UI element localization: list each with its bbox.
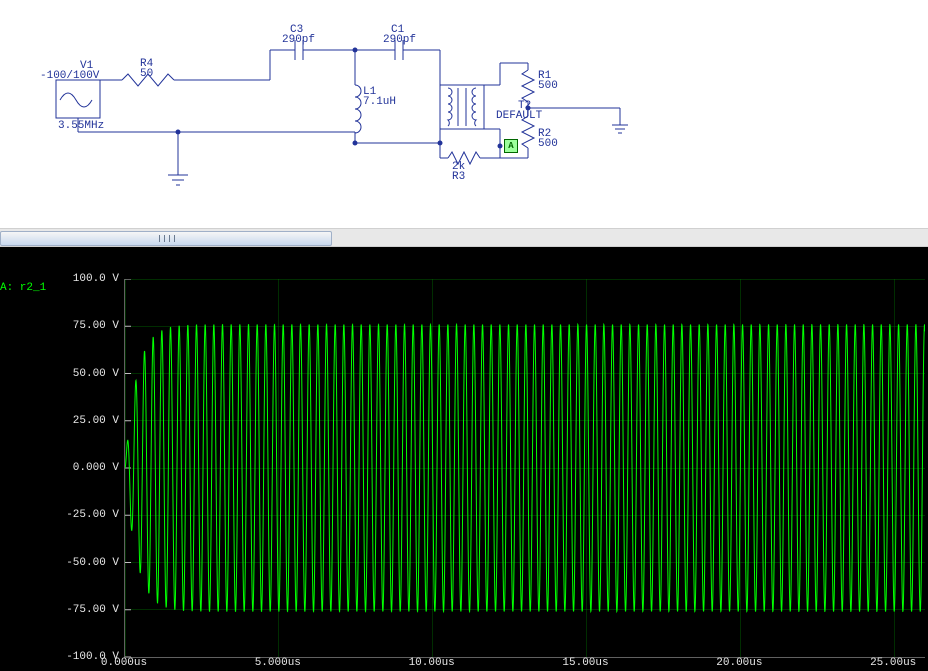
y-tick: -50.00 V bbox=[59, 557, 119, 569]
horizontal-scrollbar[interactable] bbox=[0, 228, 928, 247]
y-axis: 100.0 V 75.00 V 50.00 V 25.00 V 0.000 V … bbox=[59, 279, 119, 657]
oscilloscope-pane: A: r2_1 100.0 V 75.00 V 50.00 V 25.00 V … bbox=[0, 247, 928, 671]
x-tick: 25.00us bbox=[870, 657, 916, 669]
y-tick: 0.000 V bbox=[59, 462, 119, 474]
r1-value: 500 bbox=[538, 80, 558, 92]
r3-label: R3 bbox=[452, 171, 465, 183]
c1-value: 290pf bbox=[383, 34, 416, 46]
waveform-svg bbox=[125, 279, 925, 657]
y-tick: 50.00 V bbox=[59, 368, 119, 380]
x-tick: 5.000us bbox=[255, 657, 301, 669]
l1-value: 7.1uH bbox=[363, 96, 396, 108]
r2-value: 500 bbox=[538, 138, 558, 150]
x-axis: 0.000us 5.000us 10.00us 15.00us 20.00us … bbox=[124, 657, 924, 671]
t2-model: DEFAULT bbox=[496, 110, 542, 122]
schematic-pane: V1 -100/100V 3.55MHz R4 50 C3 290pf C1 2… bbox=[0, 0, 928, 228]
scrollbar-thumb[interactable] bbox=[0, 231, 332, 246]
y-tick: 25.00 V bbox=[59, 415, 119, 427]
trace-label: A: r2_1 bbox=[0, 282, 46, 294]
plot-area[interactable] bbox=[124, 279, 925, 658]
y-tick: -25.00 V bbox=[59, 509, 119, 521]
x-tick: 15.00us bbox=[562, 657, 608, 669]
r4-value: 50 bbox=[140, 68, 153, 80]
y-tick: 75.00 V bbox=[59, 320, 119, 332]
y-tick: 100.0 V bbox=[59, 273, 119, 285]
v1-freq: 3.55MHz bbox=[58, 120, 104, 132]
c3-value: 290pf bbox=[282, 34, 315, 46]
v1-amplitude: -100/100V bbox=[40, 70, 99, 82]
x-tick: 20.00us bbox=[716, 657, 762, 669]
y-tick: -75.00 V bbox=[59, 604, 119, 616]
x-tick: 0.000us bbox=[101, 657, 147, 669]
probe-badge[interactable]: A bbox=[504, 139, 518, 153]
schematic-svg bbox=[0, 0, 928, 228]
x-tick: 10.00us bbox=[409, 657, 455, 669]
